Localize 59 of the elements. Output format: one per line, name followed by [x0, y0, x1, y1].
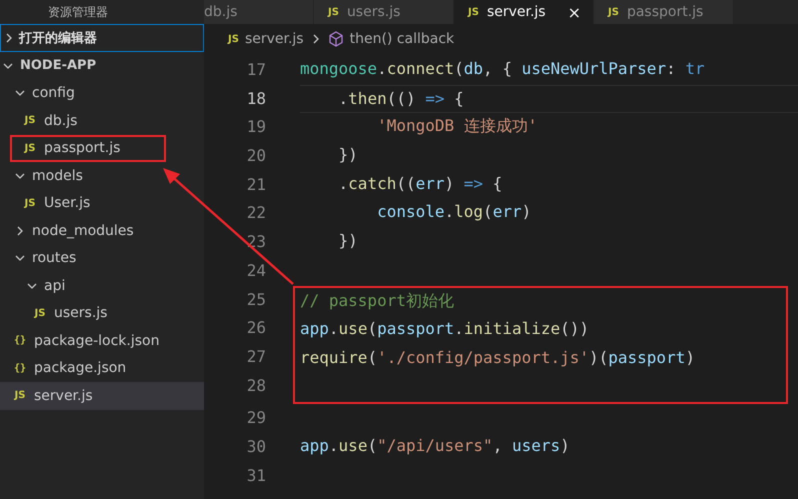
line-number: 27 [246, 346, 266, 368]
sidebar-title: 资源管理器 [47, 4, 109, 20]
close-icon[interactable]: × [568, 2, 581, 22]
code-line: 'MongoDB 连接成功' [376, 116, 538, 136]
line-number: 20 [246, 145, 266, 168]
code-line: // passport初始化 [300, 290, 454, 310]
tree-item[interactable]: api [0, 272, 204, 300]
tree-item[interactable]: JS User.js [0, 190, 204, 217]
code-line: app.use(passport.initialize()) [300, 319, 590, 338]
line-number: 22 [246, 202, 266, 224]
tree-item[interactable]: JS server.js [0, 382, 204, 410]
file-type-icon: {} [12, 335, 28, 346]
tree-item[interactable]: {} package-lock.json [0, 327, 204, 354]
editor-tab[interactable]: JS users.js [314, 0, 454, 24]
line-number: 21 [246, 174, 266, 196]
line-number: 28 [246, 374, 266, 397]
tree-item[interactable]: JS db.js [0, 107, 204, 134]
editor-tab[interactable]: JS server.js × [454, 0, 594, 24]
tree-item[interactable]: node_modules [0, 217, 204, 244]
code-line: .catch((err) => { [338, 174, 502, 193]
file-type-icon: JS [228, 34, 239, 44]
tree-item[interactable]: config [0, 80, 204, 107]
file-type-icon: JS [328, 6, 339, 18]
cube-icon [328, 31, 344, 47]
line-number: 26 [246, 317, 266, 340]
editor-tab[interactable]: db.js [204, 0, 314, 24]
tree-item[interactable]: JS passport.js [10, 134, 166, 162]
line-number: 18 [246, 88, 266, 110]
breadcrumb-item[interactable]: server.js [244, 31, 304, 47]
tree-item[interactable]: NODE-APP [0, 52, 204, 80]
tree-item[interactable]: models [0, 162, 204, 190]
line-number: 17 [246, 59, 266, 81]
code-line: }) [338, 145, 358, 164]
file-type-icon: JS [12, 390, 28, 402]
file-type-icon: JS [22, 198, 38, 209]
editor-tab[interactable]: JS passport.js [594, 0, 734, 24]
file-type-icon: {} [12, 362, 28, 374]
tree-item[interactable]: {} package.json [0, 354, 204, 382]
file-type-icon: JS [32, 308, 48, 319]
code-line: app.use("/api/users", users) [300, 436, 570, 455]
line-number: 24 [246, 260, 266, 282]
code-line: .then(() => { [338, 88, 464, 108]
line-number: 30 [246, 436, 266, 458]
code-line: }) [338, 231, 358, 250]
file-type-icon: JS [22, 142, 38, 154]
line-number: 31 [246, 464, 266, 487]
line-number: 19 [246, 116, 266, 138]
code-line: mongoose.connect(db, { useNewUrlParser: tr [300, 59, 705, 78]
line-number: 25 [246, 288, 266, 310]
line-number: 29 [246, 407, 266, 430]
file-type-icon: JS [608, 6, 619, 18]
tree-item[interactable]: routes [0, 244, 204, 272]
tree-item[interactable]: JS users.js [0, 300, 204, 327]
code-line: require('./config/passport.js')(passport) [300, 348, 695, 367]
file-type-icon: JS [22, 115, 38, 126]
code-line: console.log(err) [376, 202, 532, 222]
breadcrumb-item[interactable]: then() callback [350, 31, 454, 47]
file-type-icon: JS [468, 6, 479, 18]
open-editors-section[interactable]: 打开的编辑器 [0, 24, 204, 52]
